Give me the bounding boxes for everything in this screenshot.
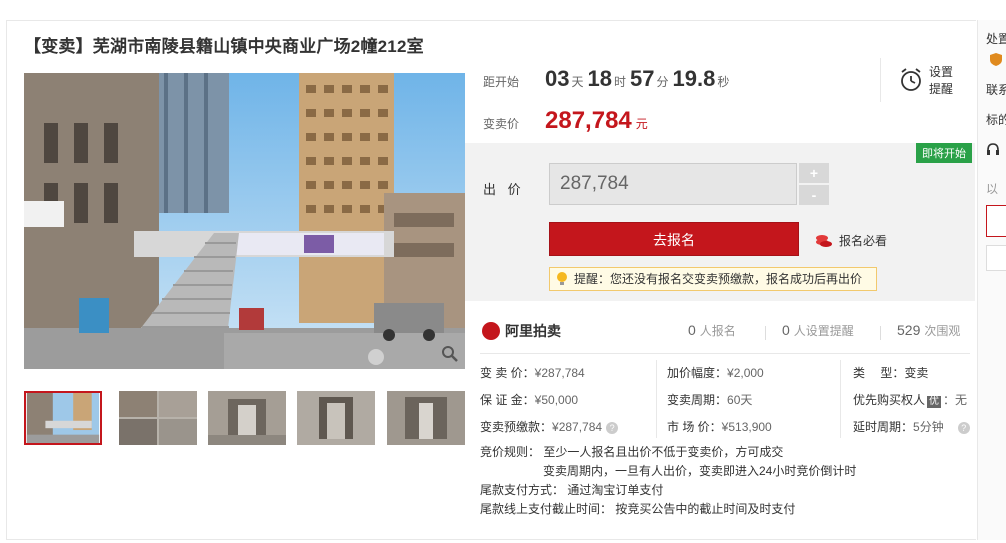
countdown-days: 03 (545, 66, 570, 91)
info-delay-period: 延时周期：5分钟? (853, 418, 970, 435)
set-reminder-label: 设置提醒 (929, 65, 954, 96)
set-reminder-button[interactable]: 设置提醒 (880, 58, 970, 102)
thumbnail-2[interactable] (119, 391, 197, 445)
stats-divider (765, 326, 766, 340)
sale-price-unit: 元 (635, 117, 648, 131)
info-type: 类 型：变卖 (853, 366, 929, 380)
reminder-count-value: 0 (782, 322, 790, 338)
view-count: 529 次围观 (897, 322, 960, 339)
countdown-hours: 18 (587, 66, 612, 91)
help-icon[interactable]: ? (957, 421, 970, 434)
must-read-label: 报名必看 (839, 234, 888, 248)
divider (480, 353, 970, 354)
countdown-days-unit: 天 (571, 75, 584, 89)
sidebar-message-button[interactable] (986, 245, 1006, 271)
ali-auction-brand: 阿里拍卖 (505, 323, 561, 339)
increase-bid-button[interactable]: + (799, 163, 829, 183)
sidebar-item-handler: 处置 (986, 32, 1006, 46)
view-count-label: 次围观 (924, 324, 961, 338)
countdown-hours-unit: 时 (614, 75, 627, 89)
thumbnail-4[interactable] (297, 391, 375, 445)
zoom-icon[interactable] (441, 345, 459, 363)
info-column-divider (840, 360, 841, 438)
building-photo (24, 73, 465, 369)
stats-divider (880, 326, 881, 340)
info-period: 变卖周期：60天 (667, 393, 753, 407)
sidebar-input-box[interactable] (986, 205, 1006, 237)
shield-icon (990, 53, 1002, 66)
signup-button[interactable]: 去报名 (549, 222, 799, 256)
countdown-seconds-unit: 秒 (717, 75, 730, 89)
info-column-divider (656, 360, 657, 438)
signup-notice: 提醒：您还没有报名交变卖预缴款，报名成功后再出价 (549, 267, 877, 291)
countdown: 距开始 03 天 18 时 57 分 19.8 秒 (483, 66, 729, 100)
lightbulb-icon (557, 272, 567, 285)
countdown-seconds: 19.8 (672, 66, 716, 91)
signup-count: 0 人报名 (688, 322, 736, 339)
priority-badge: 优 (927, 396, 942, 408)
sale-price-value: 287,784 (545, 107, 632, 134)
coins-icon (816, 234, 832, 247)
countdown-minutes-unit: 分 (656, 75, 669, 89)
signup-notice-text: 提醒：您还没有报名交变卖预缴款，报名成功后再出价 (574, 272, 863, 286)
page-title: 【变卖】芜湖市南陵县籍山镇中央商业广场2幢212室 (24, 37, 424, 56)
sidebar-item-contact[interactable]: 联系 (986, 81, 1006, 98)
sale-price-label: 变卖价 (483, 117, 520, 131)
signup-count-label: 人报名 (699, 324, 736, 338)
right-sidebar: 处置 联系 标的 以 (977, 20, 1006, 540)
must-read-link[interactable]: 报名必看 (815, 232, 887, 249)
alarm-clock-icon (901, 68, 921, 91)
info-sale-price: 变 卖 价：¥287,784 (480, 366, 585, 380)
reminder-count: 0 人设置提醒 (782, 322, 854, 339)
bid-amount-input[interactable]: 287,784 (549, 163, 797, 205)
info-increment: 加价幅度：¥2,000 (667, 366, 764, 380)
rule-bidding: 竞价规则： 至少一人报名且出价不低于变卖价，方可成交 (480, 445, 784, 459)
thumbnail-5[interactable] (387, 391, 465, 445)
status-badge: 即将开始 (916, 143, 972, 163)
thumbnail-strip (24, 391, 465, 447)
headset-icon[interactable] (986, 142, 1000, 156)
help-icon[interactable]: ? (606, 421, 619, 434)
info-priority-buyer: 优先购买权人优：无 (853, 393, 968, 408)
auction-rules: 竞价规则： 至少一人报名且出价不低于变卖价，方可成交 变卖周期内，一旦有人出价，… (480, 443, 856, 519)
bid-panel: 即将开始 出 价 287,784 + - 去报名 报名必看 提醒：您还没有报名交… (465, 143, 975, 301)
sale-price: 变卖价 287,784 元 (483, 107, 648, 135)
rule-bidding-cont: 变卖周期内，一旦有人出价，变卖即进入24小时竞价倒计时 (543, 464, 857, 478)
ali-auction-logo-icon (482, 322, 500, 340)
decrease-bid-button[interactable]: - (799, 185, 829, 205)
ali-auction-logo: 阿里拍卖 (482, 321, 561, 341)
signup-count-value: 0 (688, 322, 696, 338)
sidebar-item-below: 以 (986, 182, 999, 196)
auction-stats: 阿里拍卖 0 人报名 0 人设置提醒 529 次围观 (480, 318, 970, 346)
main-photo[interactable] (24, 73, 465, 369)
thumbnail-1[interactable] (24, 391, 102, 445)
sidebar-item-target: 标的 (986, 113, 1006, 127)
view-count-value: 529 (897, 322, 921, 338)
info-deposit: 保 证 金：¥50,000 (480, 393, 579, 407)
rule-payment-method: 尾款支付方式： 通过淘宝订单支付 (480, 483, 664, 497)
bid-stepper: + - (799, 163, 829, 205)
info-market-price: 市 场 价：¥513,900 (667, 420, 772, 434)
rule-payment-deadline: 尾款线上支付截止时间： 按竞买公告中的截止时间及时支付 (480, 502, 796, 516)
reminder-count-label: 人设置提醒 (793, 324, 854, 338)
thumbnail-3[interactable] (208, 391, 286, 445)
countdown-minutes: 57 (630, 66, 655, 91)
countdown-label: 距开始 (483, 75, 520, 89)
bid-label: 出 价 (483, 182, 525, 197)
info-prepayment: 变卖预缴款：¥287,784? (480, 418, 619, 435)
